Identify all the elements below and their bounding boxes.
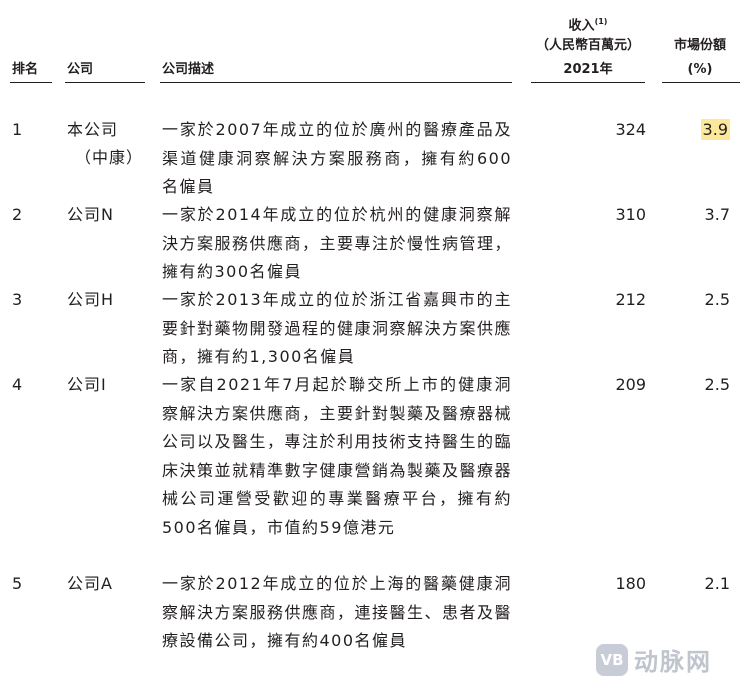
row-revenue: 310 bbox=[615, 205, 646, 224]
row-company-line1: 本公司 bbox=[67, 120, 119, 139]
row-market-share: 2.5 bbox=[704, 375, 730, 394]
header-share-line2: (%) bbox=[687, 62, 713, 77]
row-revenue: 324 bbox=[615, 120, 646, 139]
row-market-share: 2.5 bbox=[704, 290, 730, 309]
header-revenue-line1: 收入(1) bbox=[529, 12, 647, 36]
row-market-share-highlight: 3.9 bbox=[700, 119, 730, 140]
row-market-share: 2.1 bbox=[704, 574, 730, 593]
row-market-share: 3.9 bbox=[650, 116, 730, 144]
header-rule-share bbox=[662, 82, 740, 83]
row-rank: 4 bbox=[12, 375, 23, 394]
watermark-logo-icon: VB bbox=[596, 643, 628, 676]
header-rule-company bbox=[65, 82, 145, 83]
header-rank: 排名 bbox=[12, 62, 39, 77]
row-rank: 5 bbox=[12, 574, 23, 593]
header-rule-revenue bbox=[531, 82, 645, 83]
row-description: 一家於2013年成立的位於浙江省嘉興市的主要針對藥物開發過程的健康洞察解決方案供… bbox=[162, 290, 513, 366]
row-revenue: 212 bbox=[615, 290, 646, 309]
watermark: VB 动脉网 bbox=[596, 642, 712, 677]
row-company: 公司A bbox=[67, 574, 113, 593]
row-revenue: 209 bbox=[615, 375, 646, 394]
header-company: 公司 bbox=[67, 62, 94, 77]
header-revenue-label: 收入 bbox=[568, 18, 595, 34]
header-revenue-note: (1) bbox=[594, 17, 608, 26]
row-company: 本公司 （中康） bbox=[67, 116, 157, 172]
row-description: 一家於2014年成立的位於杭州的健康洞察解決方案服務供應商，主要專注於慢性病管理… bbox=[162, 205, 513, 281]
row-rank: 1 bbox=[12, 120, 23, 139]
header-revenue-line2: （人民幣百萬元） bbox=[535, 38, 640, 53]
row-description: 一家於2012年成立的位於上海的醫藥健康洞察解決方案服務供應商，連接醫生、患者及… bbox=[162, 574, 513, 650]
row-revenue: 180 bbox=[615, 574, 646, 593]
row-company: 公司H bbox=[67, 290, 115, 309]
row-company: 公司N bbox=[67, 205, 114, 224]
header-rule-description bbox=[160, 82, 512, 83]
row-rank: 2 bbox=[12, 205, 23, 224]
watermark-text: 动脉网 bbox=[634, 648, 712, 676]
header-rule-rank bbox=[10, 82, 52, 83]
row-description: 一家自2021年7月起於聯交所上市的健康洞察解決方案供應商，主要針對製藥及醫療器… bbox=[162, 375, 513, 537]
row-company-line2: （中康） bbox=[74, 148, 143, 167]
row-company: 公司I bbox=[67, 375, 107, 394]
header-revenue-line3: 2021年 bbox=[563, 62, 613, 77]
header-description: 公司描述 bbox=[162, 62, 215, 77]
row-description: 一家於2007年成立的位於廣州的醫療產品及渠道健康洞察解決方案服務商，擁有約60… bbox=[162, 120, 512, 196]
header-share-line1: 市場份額 bbox=[673, 38, 726, 53]
row-rank: 3 bbox=[12, 290, 23, 309]
row-market-share: 3.7 bbox=[704, 205, 730, 224]
